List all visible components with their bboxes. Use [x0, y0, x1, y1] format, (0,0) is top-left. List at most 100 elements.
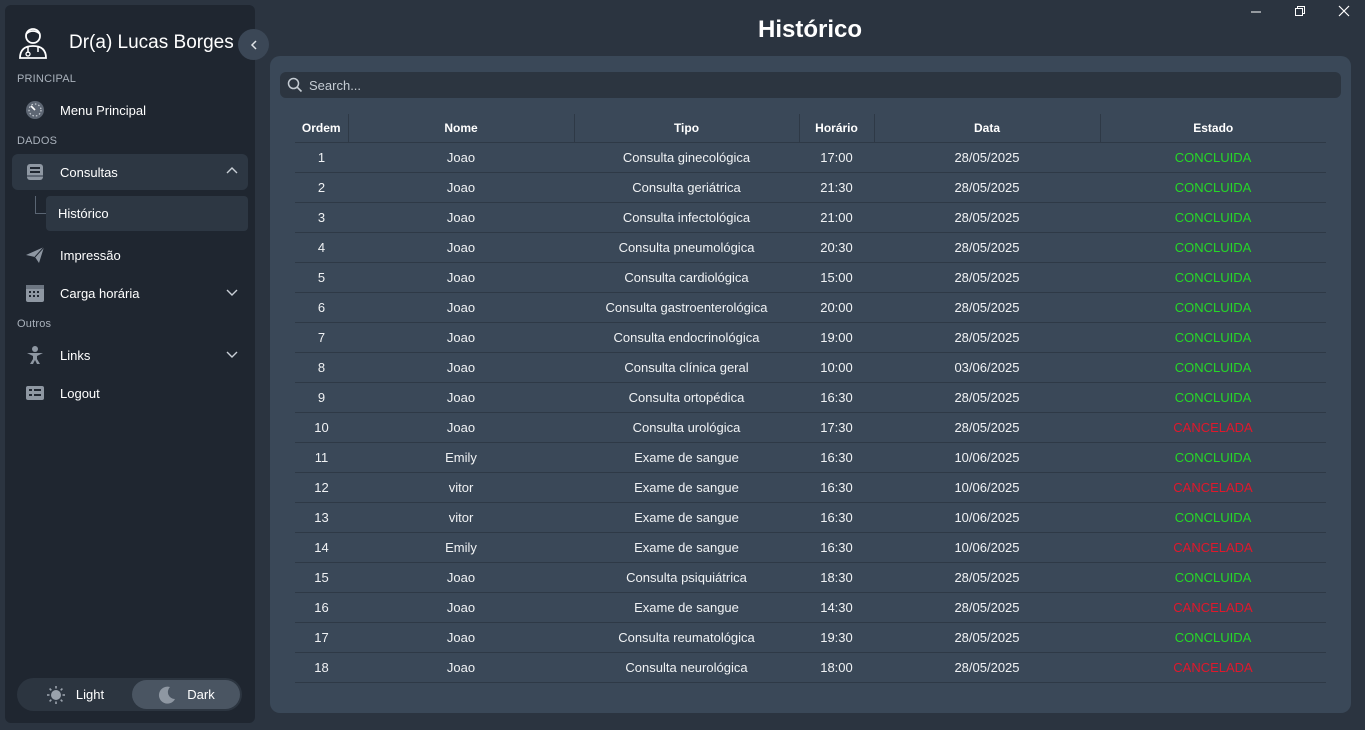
search-input[interactable] — [309, 77, 1309, 93]
table-row[interactable]: 1 Joao Consulta ginecológica 17:00 28/05/202… — [295, 142, 1326, 173]
nome-cell: Joao — [348, 652, 574, 683]
sidebar-item-consultas[interactable]: Consultas — [12, 154, 248, 190]
tipo-cell: Consulta infectológica — [574, 202, 799, 233]
column-header-ordem[interactable]: Ordem — [295, 114, 349, 143]
estado-cell: CONCLUIDA — [1100, 322, 1326, 353]
chevron-down-icon — [226, 351, 238, 358]
theme-light-button[interactable]: Light — [19, 680, 131, 709]
table-row[interactable]: 5 Joao Consulta cardiológica 15:00 28/05/202… — [295, 262, 1326, 293]
profile: Dr(a) Lucas Borges — [15, 25, 234, 61]
horario-cell: 17:00 — [799, 142, 874, 173]
table-header-row: Ordem Nome Tipo Horário Data Estado — [295, 114, 1326, 143]
ordem-cell: 2 — [295, 172, 348, 203]
table-row[interactable]: 15 Joao Consulta psiquiátrica 18:30 28/05/20… — [295, 562, 1326, 593]
data-cell: 28/05/2025 — [874, 652, 1100, 683]
search-icon — [287, 77, 303, 93]
table-row[interactable]: 9 Joao Consulta ortopédica 16:30 28/05/2025 C… — [295, 382, 1326, 413]
horario-cell: 16:30 — [799, 532, 874, 563]
table-row[interactable]: 12 vitor Exame de sangue 16:30 10/06/2025 CAN… — [295, 472, 1326, 503]
section-label-outros: Outros — [17, 318, 52, 330]
tipo-cell: Exame de sangue — [574, 442, 799, 473]
column-header-tipo[interactable]: Tipo — [574, 114, 800, 143]
table-row[interactable]: 10 Joao Consulta urológica 17:30 28/05/2025 C… — [295, 412, 1326, 443]
table-row[interactable]: 2 Joao Consulta geriátrica 21:30 28/05/2025 C… — [295, 172, 1326, 203]
ordem-cell: 16 — [295, 592, 348, 623]
ordem-cell: 10 — [295, 412, 348, 443]
tipo-cell: Consulta ortopédica — [574, 382, 799, 413]
ordem-cell: 14 — [295, 532, 348, 563]
horario-cell: 19:30 — [799, 622, 874, 653]
data-cell: 10/06/2025 — [874, 442, 1100, 473]
table-row[interactable]: 16 Joao Exame de sangue 14:30 28/05/2025 CANC… — [295, 592, 1326, 623]
logout-icon — [24, 382, 46, 404]
horario-cell: 18:00 — [799, 652, 874, 683]
table-row[interactable]: 18 Joao Consulta neurológica 18:00 28/05/202… — [295, 652, 1326, 683]
nome-cell: vitor — [348, 502, 574, 533]
table-row[interactable]: 4 Joao Consulta pneumológica 20:30 28/05/202… — [295, 232, 1326, 263]
ordem-cell: 5 — [295, 262, 348, 293]
paper-plane-icon — [24, 244, 46, 266]
sidebar-item-carga-horaria[interactable]: Carga horária — [12, 275, 248, 311]
history-table: Ordem Nome Tipo Horário Data Estado 1 Joa… — [295, 114, 1326, 683]
sidebar-item-label: Logout — [60, 385, 100, 401]
table-row[interactable]: 14 Emily Exame de sangue 16:30 10/06/2025 CAN… — [295, 532, 1326, 563]
horario-cell: 17:30 — [799, 412, 874, 443]
column-header-estado[interactable]: Estado — [1100, 114, 1326, 143]
table-row[interactable]: 6 Joao Consulta gastroenterológica 20:00 28/… — [295, 292, 1326, 323]
table-row[interactable]: 3 Joao Consulta infectológica 21:00 28/05/20… — [295, 202, 1326, 233]
ordem-cell: 6 — [295, 292, 348, 323]
doctor-avatar-icon — [19, 28, 47, 59]
ordem-cell: 18 — [295, 652, 348, 683]
estado-cell: CONCLUIDA — [1100, 142, 1326, 173]
ordem-cell: 15 — [295, 562, 348, 593]
nome-cell: Joao — [348, 322, 574, 353]
data-cell: 28/05/2025 — [874, 172, 1100, 203]
estado-cell: CONCLUIDA — [1100, 622, 1326, 653]
nome-cell: Joao — [348, 262, 574, 293]
sidebar-item-label: Menu Principal — [60, 102, 146, 118]
column-header-horario[interactable]: Horário — [799, 114, 875, 143]
data-cell: 28/05/2025 — [874, 412, 1100, 443]
nome-cell: Joao — [348, 622, 574, 653]
estado-cell: CONCLUIDA — [1100, 262, 1326, 293]
estado-cell: CANCELADA — [1100, 532, 1326, 563]
estado-cell: CONCLUIDA — [1100, 202, 1326, 233]
sidebar-collapse-button[interactable] — [238, 29, 269, 60]
sidebar-subitem-historico[interactable]: Histórico — [46, 196, 248, 231]
person-icon — [24, 344, 46, 366]
table-row[interactable]: 8 Joao Consulta clínica geral 10:00 03/06/20… — [295, 352, 1326, 383]
nome-cell: Joao — [348, 352, 574, 383]
sidebar-item-impressao[interactable]: Impressão — [12, 237, 248, 273]
sidebar-item-menu-principal[interactable]: Menu Principal — [12, 92, 248, 128]
table-row[interactable]: 11 Emily Exame de sangue 16:30 10/06/2025 CON… — [295, 442, 1326, 473]
ordem-cell: 1 — [295, 142, 348, 173]
history-panel: Ordem Nome Tipo Horário Data Estado 1 Joa… — [270, 56, 1351, 713]
estado-cell: CONCLUIDA — [1100, 562, 1326, 593]
tipo-cell: Consulta ginecológica — [574, 142, 799, 173]
ordem-cell: 12 — [295, 472, 348, 503]
nome-cell: Joao — [348, 412, 574, 443]
table-row[interactable]: 13 vitor Exame de sangue 16:30 10/06/2025 CON… — [295, 502, 1326, 533]
ordem-cell: 7 — [295, 322, 348, 353]
ordem-cell: 13 — [295, 502, 348, 533]
data-cell: 28/05/2025 — [874, 562, 1100, 593]
ordem-cell: 8 — [295, 352, 348, 383]
sidebar-item-links[interactable]: Links — [12, 337, 248, 373]
tipo-cell: Consulta reumatológica — [574, 622, 799, 653]
chevron-left-icon — [250, 39, 257, 50]
submenu-connector — [35, 196, 46, 214]
table-row[interactable]: 7 Joao Consulta endocrinológica 19:00 28/05/… — [295, 322, 1326, 353]
tipo-cell: Consulta neurológica — [574, 652, 799, 683]
data-cell: 28/05/2025 — [874, 262, 1100, 293]
column-header-nome[interactable]: Nome — [348, 114, 575, 143]
tipo-cell: Consulta urológica — [574, 412, 799, 443]
nome-cell: Joao — [348, 232, 574, 263]
sidebar-item-logout[interactable]: Logout — [12, 375, 248, 411]
table-row[interactable]: 17 Joao Consulta reumatológica 19:30 28/05/2… — [295, 622, 1326, 653]
estado-cell: CONCLUIDA — [1100, 502, 1326, 533]
column-header-data[interactable]: Data — [874, 114, 1101, 143]
estado-cell: CONCLUIDA — [1100, 352, 1326, 383]
estado-cell: CONCLUIDA — [1100, 382, 1326, 413]
theme-dark-button[interactable]: Dark — [132, 680, 240, 709]
data-cell: 28/05/2025 — [874, 382, 1100, 413]
